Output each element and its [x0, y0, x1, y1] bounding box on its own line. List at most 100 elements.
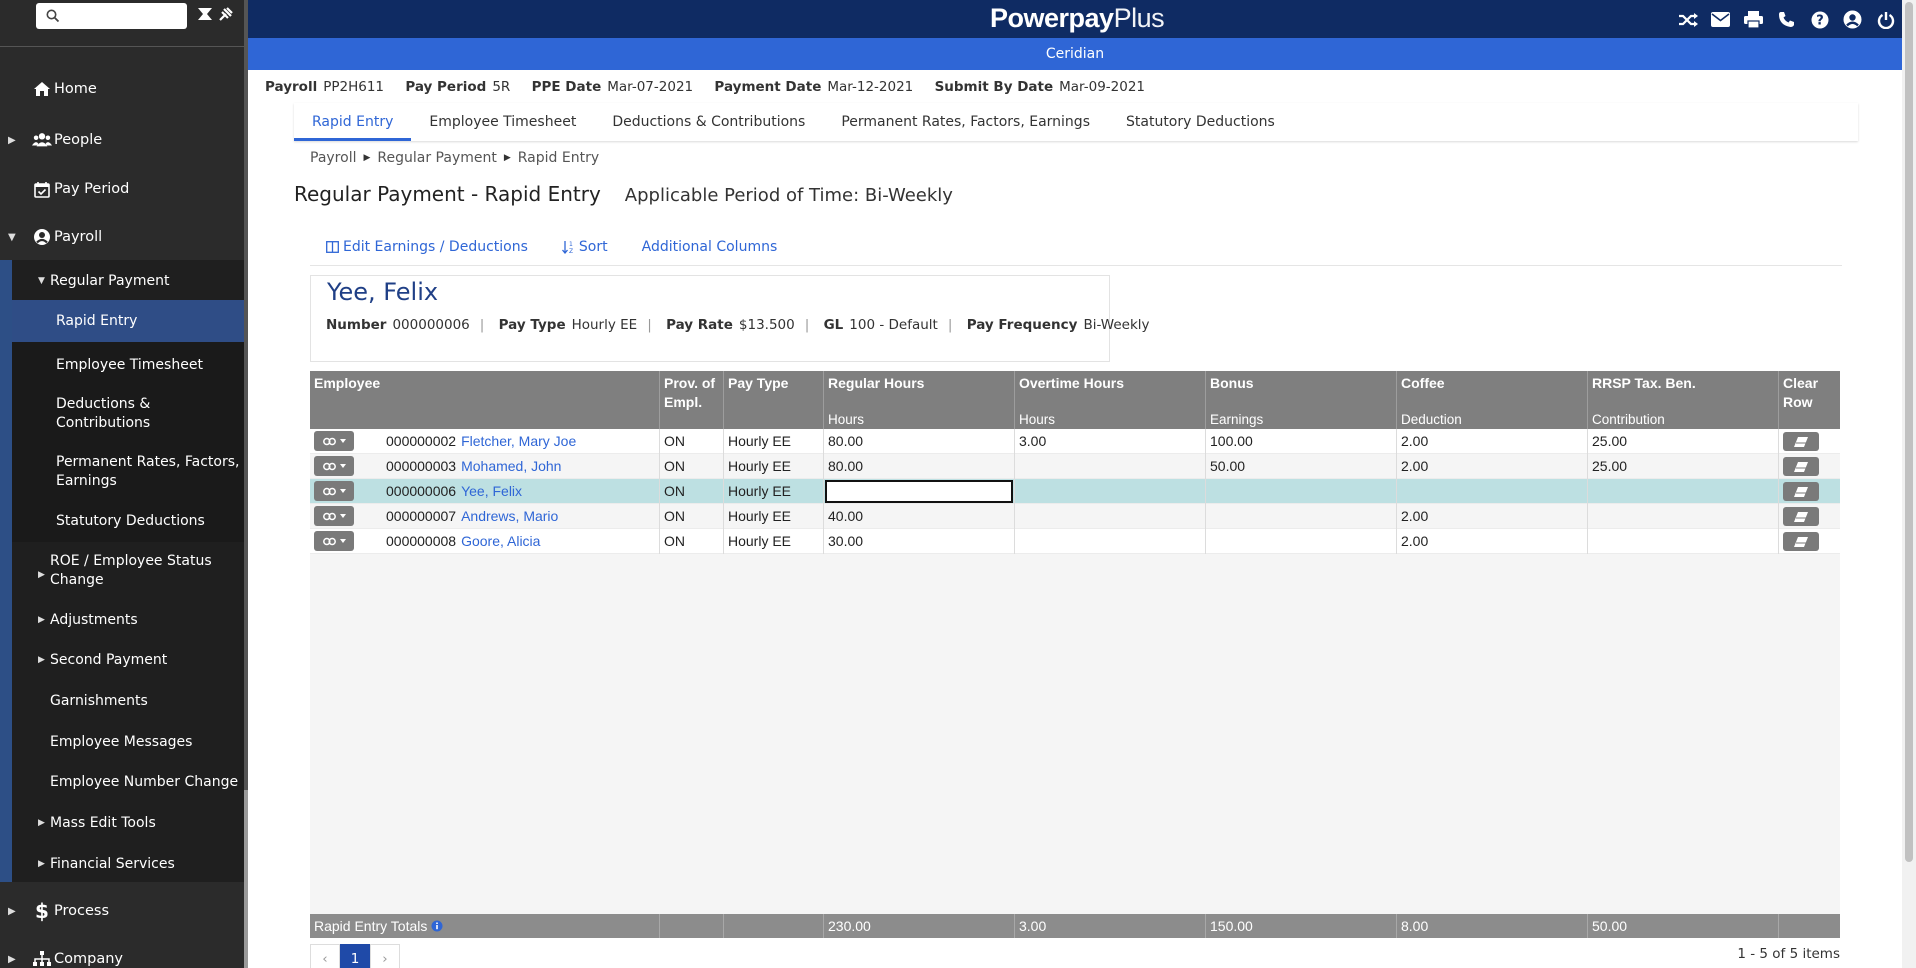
sidebar-item-roe[interactable]: ▶ ROE / Employee Status Change: [12, 552, 244, 590]
sidebar-item-statutory[interactable]: Statutory Deductions: [12, 512, 244, 531]
cell-coffee[interactable]: 2.00: [1397, 454, 1588, 479]
user-icon[interactable]: [1842, 9, 1863, 30]
cell-overtime-hours[interactable]: [1015, 529, 1206, 554]
caret-right-icon: ▶: [38, 655, 45, 665]
cell-overtime-hours[interactable]: [1015, 479, 1206, 504]
pager-prev-button[interactable]: ‹: [310, 944, 340, 968]
cell-rrsp[interactable]: 25.00: [1588, 429, 1779, 454]
cell-bonus[interactable]: [1206, 504, 1397, 529]
pager-current-page[interactable]: 1: [340, 944, 370, 968]
employee-name-link[interactable]: Andrews, Mario: [461, 508, 558, 524]
cell-rrsp[interactable]: 25.00: [1588, 454, 1779, 479]
breadcrumb-payroll[interactable]: Payroll: [310, 150, 356, 166]
table-row[interactable]: 000000006 Yee, Felix ON Hourly EE: [310, 479, 1840, 504]
row-actions-button[interactable]: [314, 506, 354, 526]
sidebar-search-input[interactable]: [36, 3, 187, 29]
info-icon[interactable]: [431, 920, 443, 932]
employee-name-link[interactable]: Yee, Felix: [461, 483, 522, 499]
nav-payroll[interactable]: ▼ Payroll: [0, 226, 244, 248]
row-actions-button[interactable]: [314, 531, 354, 551]
clear-row-button[interactable]: [1783, 432, 1819, 451]
table-row[interactable]: 000000008 Goore, Alicia ON Hourly EE 30.00 2.…: [310, 529, 1840, 554]
column-header-rrsp[interactable]: RRSP Tax. Ben. Contribution: [1588, 371, 1779, 429]
sidebar-scrollbar[interactable]: [244, 0, 248, 968]
sidebar-item-second-payment[interactable]: ▶ Second Payment: [12, 651, 244, 670]
sidebar-item-mass-edit-tools[interactable]: ▶ Mass Edit Tools: [12, 814, 244, 833]
print-icon[interactable]: [1743, 9, 1764, 30]
sidebar-item-employee-messages[interactable]: Employee Messages: [12, 733, 244, 752]
tab-permanent-rates[interactable]: Permanent Rates, Factors, Earnings: [823, 103, 1108, 141]
help-icon[interactable]: ?: [1809, 9, 1830, 30]
nav-company[interactable]: ▶ Company: [0, 948, 244, 968]
phone-icon[interactable]: [1776, 9, 1797, 30]
sidebar-item-deductions[interactable]: Deductions & Contributions: [12, 395, 244, 433]
employee-name-link[interactable]: Mohamed, John: [461, 458, 561, 474]
sort-button[interactable]: 1Z Sort: [561, 236, 608, 258]
column-header-bonus[interactable]: Bonus Earnings: [1206, 371, 1397, 429]
column-header-pay-type[interactable]: Pay Type: [724, 371, 824, 429]
sidebar-item-financial-services[interactable]: ▶ Financial Services: [12, 855, 244, 874]
cell-overtime-hours[interactable]: 3.00: [1015, 429, 1206, 454]
column-header-employee[interactable]: Employee: [310, 371, 660, 429]
column-header-regular-hours[interactable]: Regular Hours Hours: [824, 371, 1015, 429]
mail-icon[interactable]: [1710, 9, 1731, 30]
sidebar-item-employee-timesheet[interactable]: Employee Timesheet: [12, 356, 244, 375]
sidebar-item-garnishments[interactable]: Garnishments: [12, 692, 244, 711]
regular-hours-input[interactable]: [825, 480, 1013, 503]
clear-row-button[interactable]: [1783, 507, 1819, 526]
cell-coffee[interactable]: [1397, 479, 1588, 504]
nav-pay-period[interactable]: Pay Period: [0, 178, 244, 200]
cell-regular-hours[interactable]: 80.00: [824, 429, 1015, 454]
edit-earnings-deductions-button[interactable]: Edit Earnings / Deductions: [326, 236, 528, 258]
sidebar-item-regular-payment[interactable]: ▼ Regular Payment: [12, 272, 244, 291]
shuffle-icon[interactable]: [1677, 9, 1698, 30]
cell-rrsp[interactable]: [1588, 479, 1779, 504]
sidebar-item-employee-number-change[interactable]: Employee Number Change: [12, 773, 244, 792]
cell-coffee[interactable]: 2.00: [1397, 429, 1588, 454]
table-row[interactable]: 000000003 Mohamed, John ON Hourly EE 80.00 50…: [310, 454, 1840, 479]
clear-row-button[interactable]: [1783, 457, 1819, 476]
cell-regular-hours[interactable]: 30.00: [824, 529, 1015, 554]
pin-icon[interactable]: [196, 6, 236, 26]
tab-statutory-deductions[interactable]: Statutory Deductions: [1108, 103, 1293, 141]
nav-people[interactable]: ▶ People: [0, 129, 244, 151]
row-actions-button[interactable]: [314, 431, 354, 451]
cell-coffee[interactable]: 2.00: [1397, 529, 1588, 554]
sidebar-item-rapid-entry[interactable]: Rapid Entry: [12, 300, 244, 342]
cell-bonus[interactable]: [1206, 479, 1397, 504]
cell-overtime-hours[interactable]: [1015, 454, 1206, 479]
employee-name-link[interactable]: Fletcher, Mary Joe: [461, 433, 576, 449]
cell-regular-hours[interactable]: [824, 479, 1015, 504]
tab-employee-timesheet[interactable]: Employee Timesheet: [411, 103, 594, 141]
additional-columns-button[interactable]: Additional Columns: [642, 236, 778, 258]
column-header-coffee[interactable]: Coffee Deduction: [1397, 371, 1588, 429]
cell-regular-hours[interactable]: 40.00: [824, 504, 1015, 529]
sidebar-item-permanent-rates[interactable]: Permanent Rates, Factors, Earnings: [12, 453, 244, 491]
table-row[interactable]: 000000007 Andrews, Mario ON Hourly EE 40.00 2…: [310, 504, 1840, 529]
column-header-overtime-hours[interactable]: Overtime Hours Hours: [1015, 371, 1206, 429]
sidebar-item-adjustments[interactable]: ▶ Adjustments: [12, 611, 244, 630]
cell-coffee[interactable]: 2.00: [1397, 504, 1588, 529]
table-row[interactable]: 000000002 Fletcher, Mary Joe ON Hourly EE 80…: [310, 429, 1840, 454]
cell-bonus[interactable]: 100.00: [1206, 429, 1397, 454]
power-icon[interactable]: [1875, 9, 1896, 30]
breadcrumb-regular-payment[interactable]: Regular Payment: [377, 150, 496, 166]
row-actions-button[interactable]: [314, 456, 354, 476]
tab-rapid-entry[interactable]: Rapid Entry: [294, 103, 412, 141]
nav-home[interactable]: Home: [0, 78, 244, 100]
employee-name-link[interactable]: Goore, Alicia: [461, 533, 540, 549]
cell-bonus[interactable]: [1206, 529, 1397, 554]
cell-regular-hours[interactable]: 80.00: [824, 454, 1015, 479]
cell-rrsp[interactable]: [1588, 529, 1779, 554]
clear-row-button[interactable]: [1783, 532, 1819, 551]
page-scrollbar[interactable]: [1902, 0, 1916, 968]
clear-row-button[interactable]: [1783, 482, 1819, 501]
row-actions-button[interactable]: [314, 481, 354, 501]
tab-deductions-contributions[interactable]: Deductions & Contributions: [594, 103, 823, 141]
column-header-province[interactable]: Prov. of Empl.: [660, 371, 724, 429]
cell-overtime-hours[interactable]: [1015, 504, 1206, 529]
cell-bonus[interactable]: 50.00: [1206, 454, 1397, 479]
nav-process[interactable]: ▶ $ Process: [0, 899, 244, 923]
cell-rrsp[interactable]: [1588, 504, 1779, 529]
pager-next-button[interactable]: ›: [370, 944, 400, 968]
